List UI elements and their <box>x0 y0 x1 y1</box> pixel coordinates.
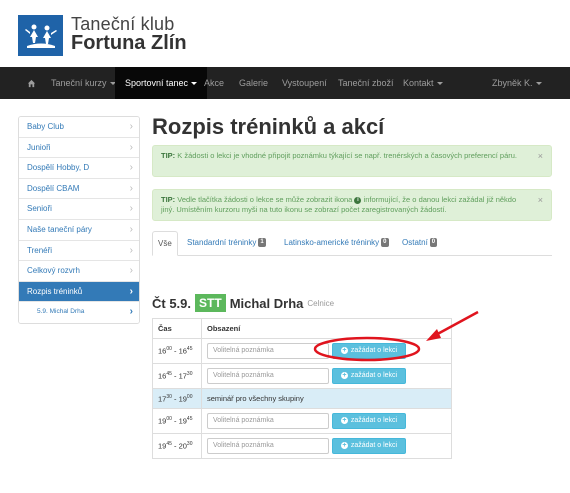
chevron-right-icon: › <box>129 306 133 318</box>
tab-vse[interactable]: Vše <box>152 231 178 256</box>
column-header-occupancy: Obsazení <box>201 318 452 339</box>
venue-label: Celnice <box>307 298 335 308</box>
nav-item-tanecni-zbozi[interactable]: Taneční zboží <box>338 67 394 99</box>
sidebar-item-baby-club[interactable]: Baby Club › <box>19 117 139 138</box>
logo-line2: Fortuna Zlín <box>71 32 187 54</box>
chevron-right-icon: › <box>129 244 133 256</box>
nav-item-sportovni-tanec[interactable]: Sportovní tanec <box>115 67 208 99</box>
plus-circle-icon: + <box>340 416 348 424</box>
site-header: Taneční klub Fortuna Zlín <box>0 0 570 67</box>
count-badge: 0 <box>381 238 389 248</box>
request-lesson-button[interactable]: + zažádat o lekci <box>332 413 406 429</box>
sidebar-item-juniori[interactable]: Junioři › <box>19 137 139 159</box>
caret-down-icon <box>535 82 542 86</box>
nav-item-kontakt[interactable]: Kontakt <box>403 67 443 99</box>
count-badge: 1 <box>258 238 266 248</box>
chevron-right-icon: › <box>129 182 133 194</box>
note-input[interactable]: Volitelná poznámka <box>207 368 329 384</box>
caret-down-icon <box>191 82 198 86</box>
occupancy-cell: Volitelná poznámka + zažádat o lekci <box>201 338 452 364</box>
nav-item-galerie[interactable]: Galerie <box>239 67 268 99</box>
sidebar-item-dospeli-cbam[interactable]: Dospělí CBAM › <box>19 178 139 200</box>
occupancy-cell: Volitelná poznámka + zažádat o lekci <box>201 363 452 389</box>
main-navbar: Taneční kurzy Sportovní tanec Akce Galer… <box>0 67 570 99</box>
note-input[interactable]: Volitelná poznámka <box>207 343 329 359</box>
plus-circle-icon: + <box>340 346 348 354</box>
info-cell: seminář pro všechny skupiny <box>201 388 452 409</box>
column-header-time: Čas <box>152 318 202 339</box>
table-row: 1900 - 1945 Volitelná poznámka + zažádat … <box>152 408 452 434</box>
sidebar-item-dospeli-hobby[interactable]: Dospělí Hobby, D › <box>19 158 139 179</box>
occupancy-cell: Volitelná poznámka + zažádat o lekci <box>201 433 452 459</box>
close-icon[interactable]: × <box>538 195 543 205</box>
coach-name: Michal Drha <box>229 295 304 311</box>
plus-circle-icon: + <box>340 371 348 379</box>
chevron-right-icon: › <box>129 285 133 297</box>
tab-standardni-treninky[interactable]: Standardní tréninky 1 <box>187 231 266 256</box>
table-row: 1600 - 1645 Volitelná poznámka + zažádat … <box>152 338 452 364</box>
stt-badge: STT <box>195 294 226 312</box>
sidebar-item-celkovy-rozvrh[interactable]: Celkový rozvrh › <box>19 261 139 282</box>
tip-alert-icon: TIP: Vedle tlačítka žádosti o lekce se m… <box>152 189 552 221</box>
time-cell: 1645 - 1730 <box>152 363 202 389</box>
table-row: 1645 - 1730 Volitelná poznámka + zažádat … <box>152 363 452 389</box>
tab-latinsko-americke-treninky[interactable]: Latinsko-americké tréninky 0 <box>284 231 389 256</box>
nav-item-vystoupeni[interactable]: Vystoupení <box>282 67 327 99</box>
page-title: Rozpis tréninků a akcí <box>152 114 385 139</box>
time-cell: 1730 - 1900 <box>152 388 202 409</box>
sidebar-item-rozpis-treninku[interactable]: Rozpis tréninků › <box>19 281 139 303</box>
occupancy-cell: Volitelná poznámka + zažádat o lekci <box>201 408 452 434</box>
time-cell: 1900 - 1945 <box>152 408 202 434</box>
time-cell: 1600 - 1645 <box>152 338 202 364</box>
nav-item-tanecni-kurzy[interactable]: Taneční kurzy <box>51 67 116 99</box>
time-cell: 1945 - 2030 <box>152 433 202 459</box>
sidebar-subitem-michal-drha[interactable]: 5.9. Michal Drha › <box>19 302 139 323</box>
note-input[interactable]: Volitelná poznámka <box>207 413 329 429</box>
request-lesson-button[interactable]: + zažádat o lekci <box>332 343 406 359</box>
sidebar: Baby Club › Junioři › Dospělí Hobby, D › Do… <box>18 116 140 324</box>
nav-item-akce[interactable]: Akce <box>204 67 224 99</box>
day-heading: Čt 5.9. STT Michal Drha Celnice <box>152 294 334 312</box>
count-badge: 0 <box>429 238 438 248</box>
table-header-row: Čas Obsazení <box>152 318 452 339</box>
request-lesson-button[interactable]: + zažádat o lekci <box>332 368 406 384</box>
note-input[interactable]: Volitelná poznámka <box>207 438 329 454</box>
request-lesson-button[interactable]: + zažádat o lekci <box>332 438 406 454</box>
chevron-right-icon: › <box>129 203 133 215</box>
chevron-right-icon: › <box>129 141 133 153</box>
table-row-info: 1730 - 1900 seminář pro všechny skupiny <box>152 388 452 409</box>
chevron-right-icon: › <box>129 162 133 174</box>
sidebar-item-seniori[interactable]: Senioři › <box>19 199 139 220</box>
tab-ostatni[interactable]: Ostatní 0 <box>402 231 438 256</box>
tip-alert-note: TIP: K žádosti o lekci je vhodné připoji… <box>152 145 552 177</box>
sidebar-item-nase-tanecni-pary[interactable]: Naše taneční páry › <box>19 219 139 241</box>
home-icon[interactable] <box>27 67 36 99</box>
plus-circle-icon: + <box>340 441 348 449</box>
sidebar-item-treneri[interactable]: Trenéři › <box>19 240 139 262</box>
logo-icon[interactable] <box>18 15 63 56</box>
user-menu[interactable]: Zbyněk K. <box>492 67 542 99</box>
day-date: Čt 5.9. <box>152 295 192 311</box>
chevron-right-icon: › <box>129 265 133 277</box>
chevron-right-icon: › <box>129 121 133 132</box>
info-icon: i <box>354 196 362 204</box>
caret-down-icon <box>436 82 443 86</box>
schedule-table: Čas Obsazení 1600 - 1645 Volitelná pozná… <box>152 318 452 459</box>
chevron-right-icon: › <box>129 223 133 235</box>
filter-tabs: Vše Standardní tréninky 1 Latinsko-americ… <box>152 231 552 256</box>
close-icon[interactable]: × <box>538 151 543 161</box>
table-row: 1945 - 2030 Volitelná poznámka + zažádat … <box>152 433 452 459</box>
